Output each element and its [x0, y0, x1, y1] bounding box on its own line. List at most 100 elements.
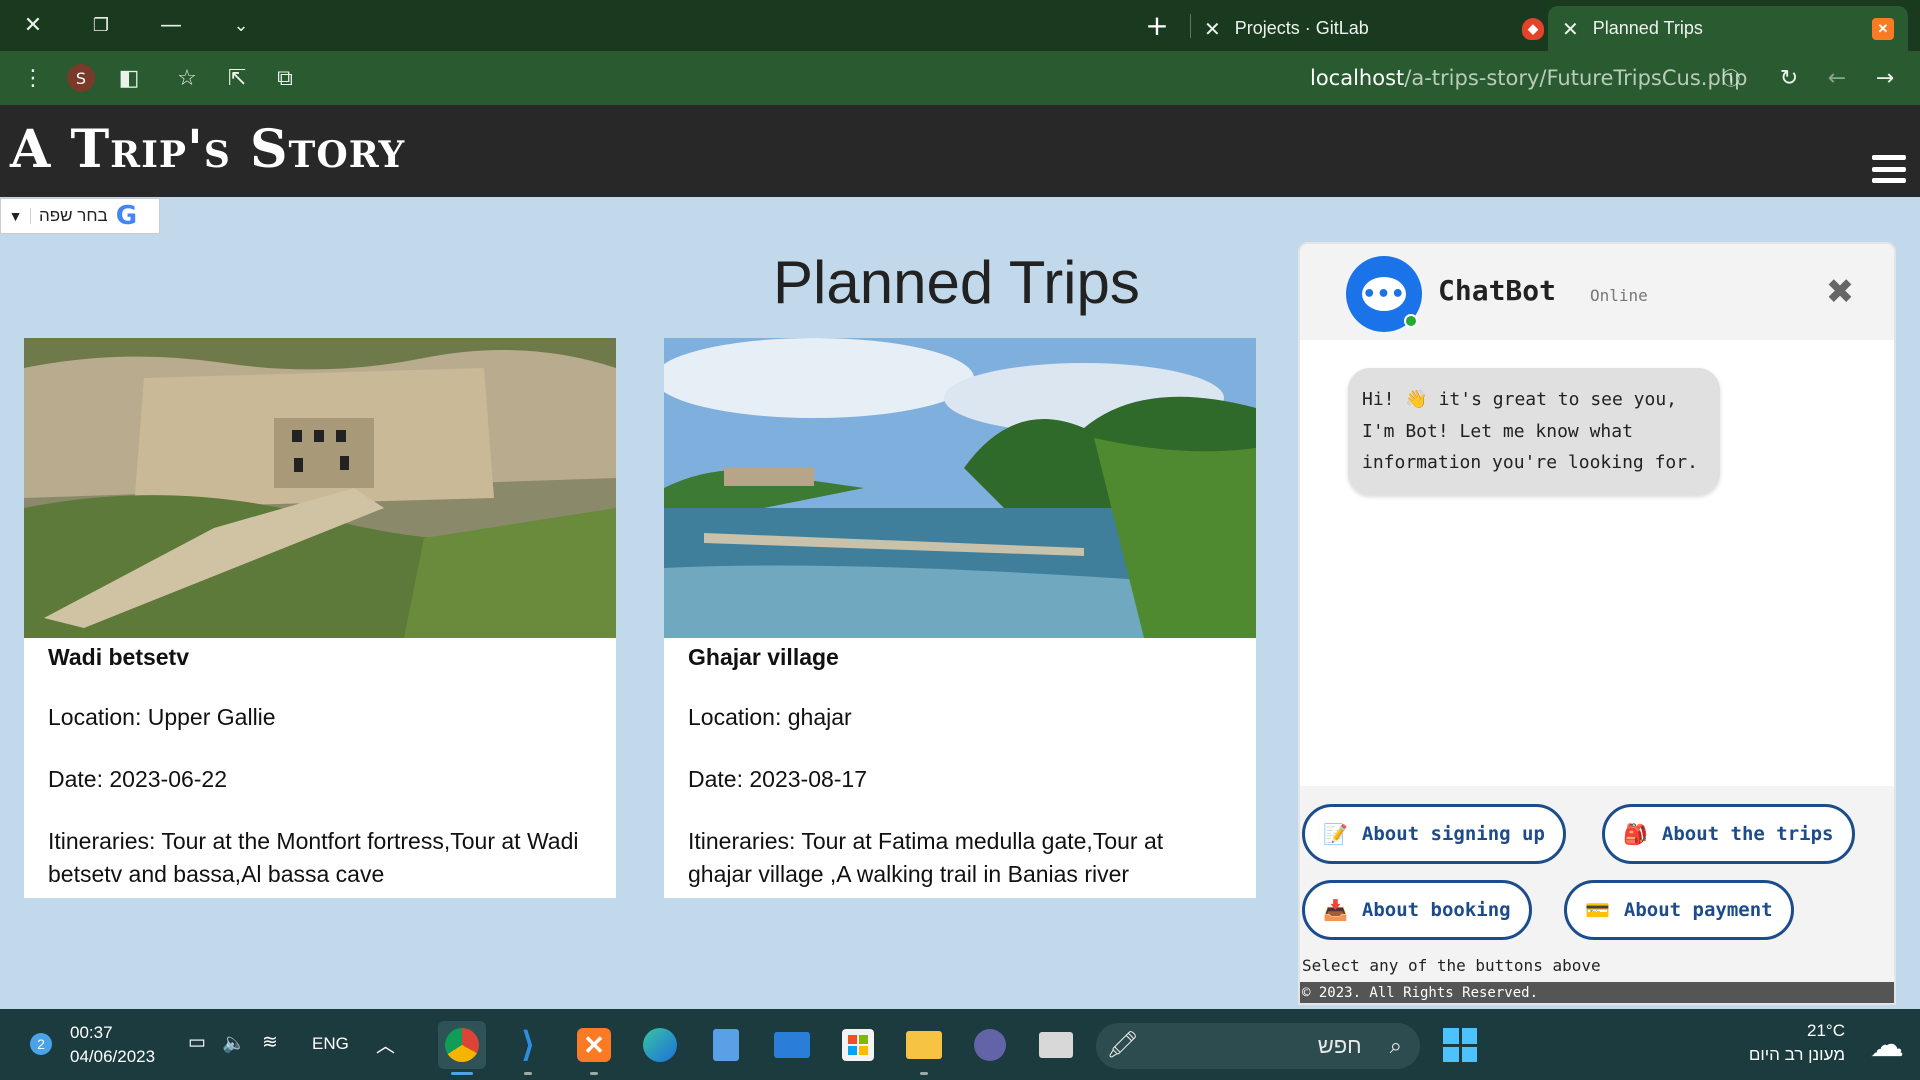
xampp-icon: ✕ — [577, 1028, 611, 1062]
taskbar-chrome[interactable] — [438, 1021, 486, 1075]
close-tab-icon[interactable]: ✕ — [1562, 17, 1579, 41]
search-highlight-icon: 🖍 — [1106, 1029, 1140, 1059]
tab-planned-trips[interactable]: ✕ Planned Trips ✕ — [1548, 6, 1908, 51]
taskbar-task-view[interactable] — [1032, 1021, 1080, 1069]
taskbar-file-explorer[interactable] — [900, 1021, 948, 1075]
clock[interactable]: 00:37 04/06/2023 — [70, 1021, 155, 1069]
show-hidden-icons-chevron-icon[interactable]: ︿ — [376, 1031, 395, 1058]
minimize-window-icon[interactable]: — — [156, 10, 186, 40]
taskbar-xampp[interactable]: ✕ — [570, 1021, 618, 1075]
chatbot-status: Online — [1590, 286, 1648, 305]
chat-footer: 📝 About signing up 🎒 About the trips 📥 A… — [1300, 786, 1894, 1003]
about-signing-up-button[interactable]: 📝 About signing up — [1302, 804, 1566, 864]
tab-list-chevron-icon[interactable]: ⌄ — [226, 10, 256, 40]
site-header: A Trip's Story — [0, 105, 1920, 197]
about-payment-button[interactable]: 💳 About payment — [1564, 880, 1794, 940]
taskbar-edge[interactable] — [636, 1021, 684, 1069]
trip-date: Date: 2023-06-22 — [48, 766, 228, 792]
extensions-icon[interactable]: ⧉ — [268, 61, 302, 95]
restore-window-icon[interactable]: ❐ — [86, 10, 116, 40]
dropdown-arrow-icon: ▼ — [1, 208, 31, 224]
profile-button[interactable]: S — [64, 61, 98, 95]
chat-hint: Select any of the buttons above — [1302, 956, 1601, 975]
trip-image — [24, 338, 616, 638]
forward-icon[interactable]: → — [1868, 61, 1902, 95]
trip-name: Wadi betsetv — [48, 644, 190, 670]
back-icon[interactable]: ← — [1820, 61, 1854, 95]
notification-badge[interactable]: 2 — [30, 1033, 52, 1055]
button-label: About signing up — [1361, 823, 1545, 845]
close-chat-icon[interactable]: ✖ — [1820, 272, 1860, 312]
favorite-star-icon[interactable]: ☆ — [170, 61, 204, 95]
trip-location: Location: ghajar — [688, 704, 852, 730]
site-info-icon[interactable]: ⓘ — [1714, 61, 1748, 95]
button-label: About the trips — [1661, 823, 1834, 845]
gitlab-favicon-icon: ◆ — [1522, 17, 1544, 40]
google-logo-icon: G — [115, 201, 138, 231]
inbox-icon: 📥 — [1323, 898, 1348, 922]
taskbar-teams[interactable] — [966, 1021, 1014, 1069]
trip-image — [664, 338, 1256, 638]
tab-gitlab[interactable]: ✕ Projects · GitLab ◆ — [1204, 6, 1544, 51]
wifi-icon[interactable]: ≋ — [262, 1031, 278, 1054]
bot-message: Hi! 👋 it's great to see you, I'm Bot! Le… — [1348, 368, 1720, 495]
language-select[interactable]: ▼ בחר שפה G — [0, 198, 160, 234]
taskbar-vscode[interactable]: ⟩ — [504, 1021, 552, 1075]
taskbar-notepad[interactable] — [702, 1021, 750, 1069]
trip-itineraries: Itineraries: Tour at the Montfort fortre… — [48, 828, 579, 887]
battery-icon[interactable]: ▭ — [188, 1031, 206, 1054]
taskbar-store[interactable] — [834, 1021, 882, 1069]
close-window-icon[interactable]: ✕ — [18, 10, 48, 40]
weather-description: מעונן רב היום — [1748, 1045, 1845, 1064]
weather-widget[interactable]: 21°C מעונן רב היום — [1749, 1019, 1845, 1067]
temperature: 21°C — [1807, 1021, 1845, 1040]
close-tab-icon[interactable]: ✕ — [1204, 17, 1221, 41]
site-logo[interactable]: A Trip's Story — [10, 119, 405, 180]
copyright-text: © 2023. All Rights Reserved. — [1300, 982, 1894, 1003]
menu-dots-icon[interactable]: ⋮ — [16, 61, 50, 95]
button-label: About payment — [1623, 899, 1773, 921]
folder-icon — [906, 1031, 942, 1059]
url-host: localhost — [1310, 66, 1405, 90]
taskbar-search[interactable]: 🖍 חפש ⌕ — [1096, 1023, 1420, 1069]
chat-bubble-icon: ••• — [1362, 277, 1406, 311]
reload-icon[interactable]: ↻ — [1772, 61, 1806, 95]
vscode-icon: ⟩ — [521, 1026, 535, 1064]
mail-icon — [774, 1032, 810, 1058]
backpack-icon: 🎒 — [1623, 822, 1648, 846]
address-toolbar: ⋮ S ◧ ☆ ⇱ ⧉ localhost/a-trips-story/Futu… — [0, 51, 1920, 105]
language-select-label: בחר שפה — [39, 206, 108, 225]
start-button[interactable] — [1436, 1021, 1484, 1069]
chat-messages: Hi! 👋 it's great to see you, I'm Bot! Le… — [1300, 340, 1894, 786]
input-language[interactable]: ENG — [312, 1034, 349, 1054]
new-tab-button[interactable]: + — [1140, 8, 1174, 42]
about-booking-button[interactable]: 📥 About booking — [1302, 880, 1532, 940]
button-label: About booking — [1361, 899, 1511, 921]
chatbot-header: ••• ChatBot Online ✖ — [1300, 244, 1894, 340]
trip-date: Date: 2023-08-17 — [688, 766, 868, 792]
online-indicator — [1404, 314, 1418, 328]
sidebar-toggle-icon[interactable]: ◧ — [112, 61, 146, 95]
trip-itineraries: Itineraries: Tour at Fatima medulla gate… — [688, 828, 1164, 887]
notepad-icon — [713, 1029, 739, 1061]
cloud-weather-icon: ☁ — [1870, 1026, 1904, 1064]
tab-title: Projects · GitLab — [1234, 18, 1369, 38]
taskbar-mail[interactable] — [768, 1021, 816, 1069]
windows-logo-icon — [1443, 1028, 1477, 1062]
url-field[interactable]: localhost/a-trips-story/FutureTripsCus.p… — [1310, 66, 1747, 90]
tab-divider — [1190, 14, 1191, 38]
share-icon[interactable]: ⇱ — [220, 61, 254, 95]
trip-card: Wadi betsetv Location: Upper Gallie Date… — [24, 338, 616, 898]
trip-location: Location: Upper Gallie — [48, 704, 276, 730]
volume-icon[interactable]: 🔈 — [222, 1031, 246, 1055]
task-view-icon — [1039, 1032, 1073, 1058]
clock-time: 00:37 — [70, 1023, 113, 1042]
store-icon — [842, 1029, 874, 1061]
about-the-trips-button[interactable]: 🎒 About the trips — [1602, 804, 1855, 864]
hamburger-menu-icon[interactable] — [1872, 155, 1906, 183]
windows-taskbar: 2 00:37 04/06/2023 ▭ 🔈 ≋ ENG ︿ ⟩ ✕ 🖍 חפש… — [0, 1009, 1920, 1080]
credit-card-icon: 💳 — [1585, 898, 1610, 922]
chatbot-name: ChatBot — [1438, 274, 1557, 307]
search-placeholder: חפש — [1317, 1033, 1362, 1058]
chatbot-avatar: ••• — [1346, 256, 1422, 332]
